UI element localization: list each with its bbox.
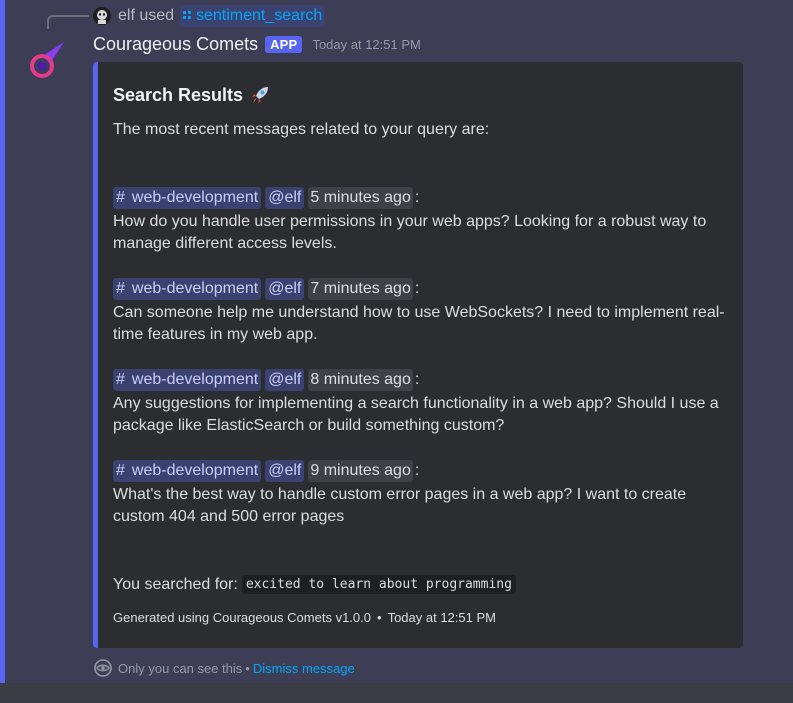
relative-time[interactable]: 9 minutes ago	[308, 460, 413, 482]
result-text: Can someone help me understand how to us…	[113, 304, 725, 343]
embed-intro: The most recent messages related to your…	[113, 121, 490, 138]
command-name: sentiment_search	[196, 7, 323, 24]
user-mention[interactable]: @elf	[265, 369, 305, 391]
search-results-embed: Search Results The most recent messages …	[93, 62, 743, 648]
channel-hash-icon: #	[116, 371, 125, 388]
channel-mention[interactable]: # web-development	[113, 187, 262, 209]
message-header: Courageous Comets APP Today at 12:51 PM	[93, 34, 421, 55]
channel-hash-icon: #	[116, 280, 125, 297]
dismiss-message-link[interactable]: Dismiss message	[253, 661, 355, 676]
relative-time[interactable]: 5 minutes ago	[308, 187, 413, 209]
user-mention[interactable]: @elf	[265, 460, 305, 482]
channel-name: web-development	[131, 371, 259, 388]
colon: :	[414, 280, 420, 297]
result-item: # web-development @elf 7 minutes ago : Ca…	[113, 277, 733, 346]
relative-time[interactable]: 8 minutes ago	[308, 369, 413, 391]
rocket-icon	[252, 87, 269, 103]
searched-for: You searched for: excited to learn about…	[113, 575, 516, 594]
colon: :	[414, 189, 420, 206]
elf-avatar-icon	[93, 7, 111, 25]
reply-summary: elf used	[118, 7, 174, 25]
ephemeral-separator: •	[245, 660, 250, 676]
reply-connector	[47, 15, 89, 29]
result-item: # web-development @elf 9 minutes ago : Wh…	[113, 459, 733, 528]
channel-name: web-development	[131, 280, 259, 297]
author-avatar[interactable]	[26, 40, 68, 82]
colon: :	[414, 371, 420, 388]
channel-name: web-development	[131, 462, 259, 479]
channel-mention[interactable]: # web-development	[113, 460, 262, 482]
eye-icon	[94, 659, 112, 677]
colon: :	[414, 462, 420, 479]
ephemeral-text: Only you can see this	[118, 660, 243, 676]
reply-action: used	[139, 7, 175, 24]
command-mention[interactable]: sentiment_search	[180, 5, 326, 27]
highlight-bar	[0, 0, 5, 683]
footer-time: Today at 12:51 PM	[387, 610, 496, 625]
channel-hash-icon: #	[116, 462, 125, 479]
reply-user[interactable]: elf	[118, 7, 135, 24]
user-mention[interactable]: @elf	[265, 278, 305, 300]
channel-mention[interactable]: # web-development	[113, 278, 262, 300]
embed-title-text: Search Results	[113, 84, 244, 105]
channel-name: web-development	[131, 189, 259, 206]
searched-label: You searched for:	[113, 575, 238, 593]
message-container: elf used sentiment_search Courageous Com…	[0, 0, 793, 683]
channel-mention[interactable]: # web-development	[113, 369, 262, 391]
query-code: excited to learn about programming	[241, 575, 516, 594]
author-name[interactable]: Courageous Comets	[93, 34, 258, 55]
reply-avatar[interactable]	[93, 7, 111, 25]
result-item: # web-development @elf 5 minutes ago : Ho…	[113, 186, 733, 255]
result-text: What's the best way to handle custom err…	[113, 486, 687, 525]
app-badge: APP	[265, 36, 303, 53]
result-item: # web-development @elf 8 minutes ago : An…	[113, 368, 733, 437]
relative-time[interactable]: 7 minutes ago	[308, 278, 413, 300]
comet-avatar-icon	[30, 42, 64, 78]
channel-hash-icon: #	[116, 189, 125, 206]
message-timestamp[interactable]: Today at 12:51 PM	[312, 37, 420, 52]
footer-separator: •	[377, 610, 382, 625]
embed-accent-bar	[93, 62, 98, 648]
user-mention[interactable]: @elf	[265, 187, 305, 209]
ephemeral-notice: Only you can see this • Dismiss message	[93, 659, 355, 677]
embed-title: Search Results	[113, 84, 271, 106]
footer-text: Generated using Courageous Comets v1.0.0	[113, 610, 371, 625]
result-text: Any suggestions for implementing a searc…	[113, 395, 719, 434]
bottom-strip	[0, 683, 793, 703]
slash-command-icon	[183, 10, 192, 22]
embed-footer: Generated using Courageous Comets v1.0.0…	[113, 610, 496, 625]
result-text: How do you handle user permissions in yo…	[113, 213, 707, 252]
